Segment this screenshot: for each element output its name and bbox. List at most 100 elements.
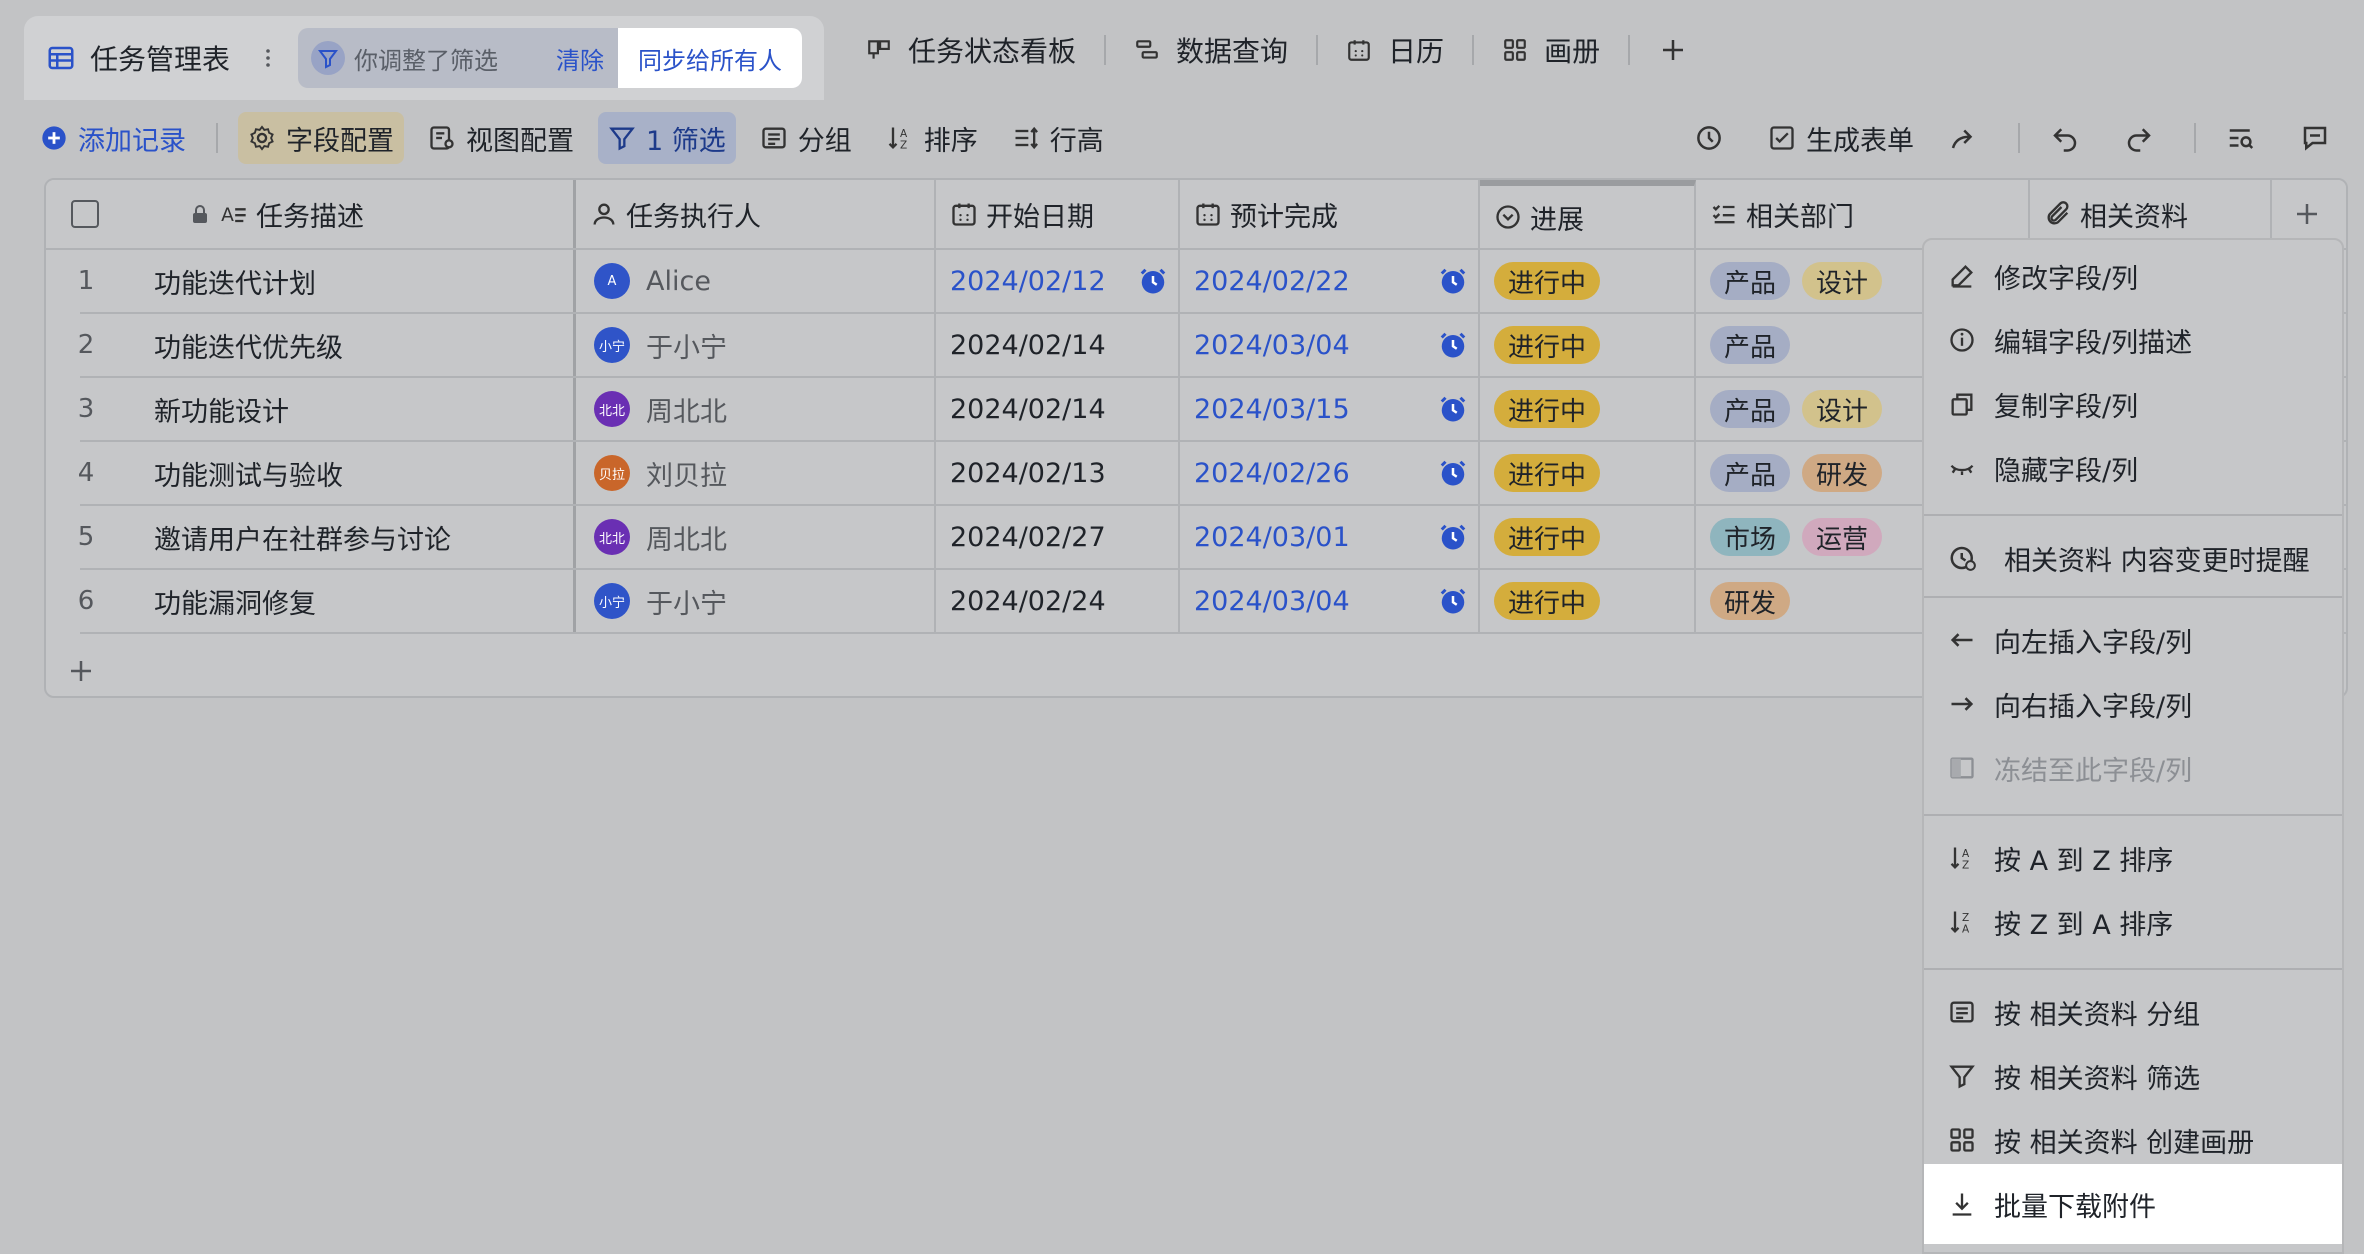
tab-gallery[interactable]: 画册: [1474, 30, 1628, 70]
cell-owner[interactable]: 北北 周北北: [576, 378, 936, 440]
dept-tag: 设计: [1802, 262, 1883, 300]
owner-name: 刘贝拉: [646, 460, 727, 492]
filter-button[interactable]: 1 筛选: [598, 112, 736, 164]
lock-icon: [193, 205, 207, 223]
view-config-button[interactable]: 视图配置: [418, 112, 584, 164]
comment-button[interactable]: [2290, 112, 2350, 164]
share-button[interactable]: [1938, 112, 1998, 164]
redo-icon: [2127, 128, 2151, 152]
alarm-clock-icon: [1438, 586, 1468, 623]
cell-due-date[interactable]: 2024/02/22: [1180, 250, 1480, 312]
sync-to-all-button[interactable]: 同步给所有人: [618, 28, 803, 88]
cell-progress[interactable]: 进行中: [1480, 570, 1696, 632]
cell-owner[interactable]: A Alice: [576, 250, 936, 312]
column-header-progress-label: 进展: [1530, 204, 1584, 236]
cell-due-date[interactable]: 2024/03/15: [1180, 378, 1480, 440]
tab-kanban[interactable]: 任务状态看板: [838, 30, 1104, 70]
generate-form-button[interactable]: 生成表单: [1758, 112, 1924, 164]
cell-due-date[interactable]: 2024/02/26: [1180, 442, 1480, 504]
tab-kanban-label: 任务状态看板: [908, 35, 1077, 68]
cell-task[interactable]: 功能测试与验收: [124, 442, 576, 504]
field-config-button[interactable]: 字段配置: [238, 112, 404, 164]
cell-progress[interactable]: 进行中: [1480, 442, 1696, 504]
menu-divider: [1924, 514, 2342, 516]
menu-edit-field[interactable]: 修改字段/列: [1924, 244, 2342, 308]
cell-start-date[interactable]: 2024/02/12: [936, 250, 1180, 312]
menu-change-notify[interactable]: 相关资料 内容变更时提醒: [1924, 526, 2342, 590]
more-vertical-icon[interactable]: [256, 46, 280, 70]
cell-task[interactable]: 功能迭代优先级: [124, 314, 576, 376]
cell-task[interactable]: 新功能设计: [124, 378, 576, 440]
cell-start-date[interactable]: 2024/02/27: [936, 506, 1180, 568]
history-icon: [1697, 126, 1721, 150]
column-header-due[interactable]: 预计完成: [1180, 180, 1480, 248]
menu-batch-download[interactable]: 批量下载附件: [1924, 1164, 2342, 1244]
add-view-button[interactable]: [1630, 30, 1732, 70]
add-record-button[interactable]: 添加记录: [30, 112, 196, 164]
cell-owner[interactable]: 贝拉 刘贝拉: [576, 442, 936, 504]
filter-changed-pill: 你调整了筛选 清除 同步给所有人: [298, 28, 803, 88]
cell-start-date[interactable]: 2024/02/24: [936, 570, 1180, 632]
menu-sort-az[interactable]: AZ 按 A 到 Z 排序: [1924, 826, 2342, 890]
menu-edit-description[interactable]: 编辑字段/列描述: [1924, 308, 2342, 372]
menu-copy-field[interactable]: 复制字段/列: [1924, 372, 2342, 436]
plus-icon: [71, 661, 91, 681]
column-header-start[interactable]: 开始日期: [936, 180, 1180, 248]
menu-group-by[interactable]: 按 相关资料 分组: [1924, 980, 2342, 1044]
add-row-button[interactable]: [56, 646, 106, 696]
group-button[interactable]: 分组: [750, 112, 862, 164]
history-button[interactable]: [1684, 112, 1744, 164]
search-button[interactable]: [2216, 112, 2276, 164]
cell-due-date[interactable]: 2024/03/04: [1180, 314, 1480, 376]
column-header-progress[interactable]: 进展: [1480, 180, 1696, 248]
row-height-icon: [1015, 126, 1038, 150]
cell-task[interactable]: 功能迭代计划: [124, 250, 576, 312]
status-badge: 进行中: [1494, 390, 1601, 428]
cell-task[interactable]: 邀请用户在社群参与讨论: [124, 506, 576, 568]
copy-icon: [1951, 393, 1973, 416]
view-config-label: 视图配置: [466, 125, 574, 157]
menu-filter-by[interactable]: 按 相关资料 筛选: [1924, 1044, 2342, 1108]
menu-create-gallery[interactable]: 按 相关资料 创建画册: [1924, 1108, 2342, 1172]
cell-due-date[interactable]: 2024/03/01: [1180, 506, 1480, 568]
menu-sort-za[interactable]: ZA 按 Z 到 A 排序: [1924, 890, 2342, 954]
info-icon: [1950, 328, 1974, 352]
tab-task-table[interactable]: 任务管理表 你调整了筛选 清除 同步给所有人: [24, 16, 825, 100]
cell-progress[interactable]: 进行中: [1480, 250, 1696, 312]
select-all-checkbox[interactable]: [71, 200, 99, 228]
cell-owner[interactable]: 小宁 于小宁: [576, 570, 936, 632]
text-field-icon: A: [221, 205, 246, 226]
alarm-clock-icon: [1438, 522, 1468, 559]
cell-due-date[interactable]: 2024/03/04: [1180, 570, 1480, 632]
cell-progress[interactable]: 进行中: [1480, 378, 1696, 440]
start-date-text: 2024/02/14: [950, 393, 1106, 425]
dept-tag: 产品: [1710, 390, 1791, 428]
column-header-task[interactable]: A 任务描述: [124, 180, 576, 248]
view-toolbar: 添加记录 字段配置 视图配置 1 筛选 分组 AZ 排序 行高 生成表单: [30, 112, 2350, 164]
tab-calendar[interactable]: 日历: [1318, 30, 1472, 70]
start-date-text: 2024/02/13: [950, 457, 1106, 489]
redo-button[interactable]: [2114, 112, 2174, 164]
clear-filter-link[interactable]: 清除: [556, 41, 604, 76]
menu-insert-left[interactable]: 向左插入字段/列: [1924, 608, 2342, 672]
row-height-label: 行高: [1049, 125, 1104, 157]
cell-start-date[interactable]: 2024/02/14: [936, 378, 1180, 440]
cell-owner[interactable]: 北北 周北北: [576, 506, 936, 568]
menu-hide-field[interactable]: 隐藏字段/列: [1924, 436, 2342, 500]
cell-progress[interactable]: 进行中: [1480, 506, 1696, 568]
row-height-button[interactable]: 行高: [1002, 112, 1114, 164]
comment-icon: [2303, 126, 2327, 151]
cell-task[interactable]: 功能漏洞修复: [124, 570, 576, 632]
menu-insert-right[interactable]: 向右插入字段/列: [1924, 672, 2342, 736]
tab-data-query[interactable]: 数据查询: [1106, 30, 1316, 70]
cell-owner[interactable]: 小宁 于小宁: [576, 314, 936, 376]
column-header-owner[interactable]: 任务执行人: [576, 180, 936, 248]
sort-button[interactable]: AZ 排序: [876, 112, 988, 164]
cell-start-date[interactable]: 2024/02/13: [936, 442, 1180, 504]
menu-batch-download-label: 批量下载附件: [1994, 1191, 2156, 1223]
cell-progress[interactable]: 进行中: [1480, 314, 1696, 376]
menu-insert-right-label: 向右插入字段/列: [1994, 691, 2193, 723]
cell-start-date[interactable]: 2024/02/14: [936, 314, 1180, 376]
undo-button[interactable]: [2040, 112, 2100, 164]
filter-hint-text: 你调整了筛选: [354, 46, 499, 75]
